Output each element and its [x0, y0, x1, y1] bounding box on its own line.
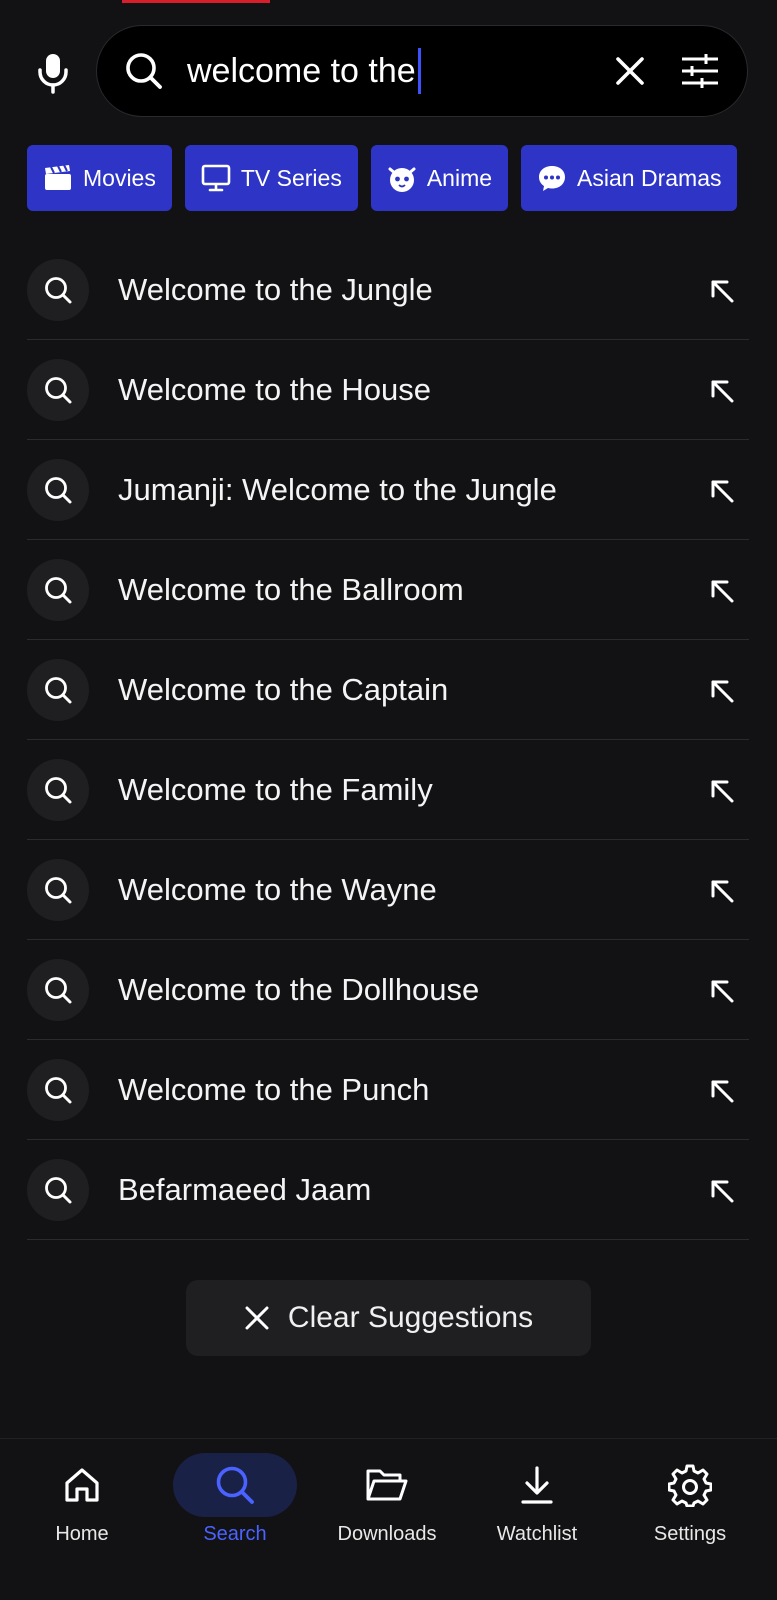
fill-query-button[interactable] — [701, 770, 741, 810]
search-icon — [123, 50, 165, 92]
chip-tv-series[interactable]: TV Series — [184, 145, 358, 211]
search-icon — [27, 558, 89, 621]
suggestion-text: Welcome to the Dollhouse — [118, 971, 480, 1007]
chip-label: Movies — [83, 164, 156, 191]
search-icon — [27, 358, 89, 421]
mic-button[interactable] — [30, 50, 76, 96]
nav-settings[interactable]: Settings — [625, 1453, 755, 1546]
arrow-up-left-icon — [711, 780, 734, 802]
text-caret — [417, 48, 421, 94]
suggestion-text: Welcome to the Ballroom — [118, 571, 464, 607]
search-icon — [27, 458, 89, 521]
fill-query-button[interactable] — [701, 970, 741, 1010]
arrow-up-left-icon — [711, 980, 734, 1002]
filter-button[interactable] — [675, 46, 725, 96]
category-chips: Movies TV Series Anime Asian Dramas — [27, 145, 763, 211]
search-icon — [27, 858, 89, 921]
search-icon — [27, 1058, 89, 1121]
arrow-up-left-icon — [711, 480, 734, 502]
nav-watchlist[interactable]: Watchlist — [472, 1453, 602, 1546]
fill-query-button[interactable] — [701, 470, 741, 510]
search-icon — [27, 1158, 89, 1221]
fill-query-button[interactable] — [701, 270, 741, 310]
fill-query-button[interactable] — [701, 370, 741, 410]
suggestion-item[interactable]: Welcome to the Captain — [27, 640, 749, 740]
suggestion-item[interactable]: Welcome to the Dollhouse — [27, 940, 749, 1040]
gear-icon — [628, 1453, 752, 1517]
fill-query-button[interactable] — [701, 1170, 741, 1210]
nav-label: Watchlist — [496, 1523, 578, 1545]
fill-query-button[interactable] — [701, 570, 741, 610]
nav-search[interactable]: Search — [170, 1453, 300, 1546]
search-icon — [27, 758, 89, 821]
search-icon — [173, 1453, 297, 1517]
search-input[interactable]: welcome to the — [187, 41, 605, 101]
clear-suggestions-label: Clear Suggestions — [287, 1301, 534, 1334]
suggestion-text: Befarmaeed Jaam — [118, 1171, 372, 1207]
search-bar[interactable]: welcome to the — [96, 25, 748, 117]
clear-search-button[interactable] — [605, 46, 655, 96]
arrow-up-left-icon — [711, 680, 734, 702]
arrow-up-left-icon — [711, 280, 734, 302]
fill-query-button[interactable] — [701, 870, 741, 910]
suggestion-text: Welcome to the Punch — [118, 1071, 430, 1107]
close-icon — [616, 57, 644, 85]
suggestion-item[interactable]: Jumanji: Welcome to the Jungle — [27, 440, 749, 540]
search-query-text: welcome to the — [187, 51, 416, 90]
suggestion-text: Welcome to the Captain — [118, 671, 449, 707]
arrow-up-left-icon — [711, 380, 734, 402]
suggestion-text: Welcome to the Wayne — [118, 871, 437, 907]
search-icon — [27, 258, 89, 321]
search-icon — [27, 658, 89, 721]
chip-movies[interactable]: Movies — [27, 145, 172, 211]
search-screen: welcome to the Movies TV Series Anime As… — [0, 0, 777, 1600]
arrow-up-left-icon — [711, 880, 734, 902]
download-icon — [475, 1453, 599, 1517]
home-icon — [20, 1453, 144, 1517]
chip-label: Anime — [426, 164, 493, 191]
suggestion-item[interactable]: Welcome to the Punch — [27, 1040, 749, 1140]
suggestion-text: Welcome to the Family — [118, 771, 433, 807]
folder-icon — [325, 1453, 449, 1517]
nav-downloads[interactable]: Downloads — [322, 1453, 452, 1546]
monitor-icon — [201, 163, 231, 193]
chat-bubble-icon — [537, 163, 567, 193]
chip-label: Asian Dramas — [577, 164, 722, 191]
close-icon — [245, 1306, 269, 1330]
nav-home[interactable]: Home — [17, 1453, 147, 1546]
search-icon — [27, 958, 89, 1021]
suggestion-item[interactable]: Welcome to the Wayne — [27, 840, 749, 940]
bottom-navigation: Home Search Downloads Watchlist Settings — [0, 1438, 777, 1600]
chip-label: TV Series — [240, 164, 342, 191]
nav-label: Home — [55, 1523, 109, 1545]
suggestion-text: Welcome to the House — [118, 371, 432, 407]
arrow-up-left-icon — [711, 580, 734, 602]
fill-query-button[interactable] — [701, 670, 741, 710]
suggestion-item[interactable]: Welcome to the Ballroom — [27, 540, 749, 640]
arrow-up-left-icon — [711, 1080, 734, 1102]
anime-face-icon — [387, 163, 417, 193]
suggestion-item[interactable]: Welcome to the House — [27, 340, 749, 440]
suggestion-text: Jumanji: Welcome to the Jungle — [118, 471, 557, 507]
fill-query-button[interactable] — [701, 1070, 741, 1110]
suggestion-item[interactable]: Welcome to the Jungle — [27, 240, 749, 340]
clear-suggestions-button[interactable]: Clear Suggestions — [186, 1280, 591, 1356]
chip-asian-dramas[interactable]: Asian Dramas — [521, 145, 738, 211]
sliders-icon — [682, 54, 718, 88]
arrow-up-left-icon — [711, 1180, 734, 1202]
suggestion-list: Welcome to the Jungle Welcome to the Hou… — [27, 240, 749, 1240]
suggestion-item[interactable]: Welcome to the Family — [27, 740, 749, 840]
suggestion-text: Welcome to the Jungle — [118, 271, 433, 307]
clapperboard-icon — [43, 163, 73, 193]
suggestion-item[interactable]: Befarmaeed Jaam — [27, 1140, 749, 1240]
nav-label: Settings — [653, 1523, 727, 1545]
chip-anime[interactable]: Anime — [370, 145, 509, 211]
status-accent-bar — [122, 0, 270, 3]
nav-label: Downloads — [337, 1523, 437, 1545]
nav-label: Search — [203, 1523, 267, 1545]
mic-icon — [38, 54, 68, 94]
